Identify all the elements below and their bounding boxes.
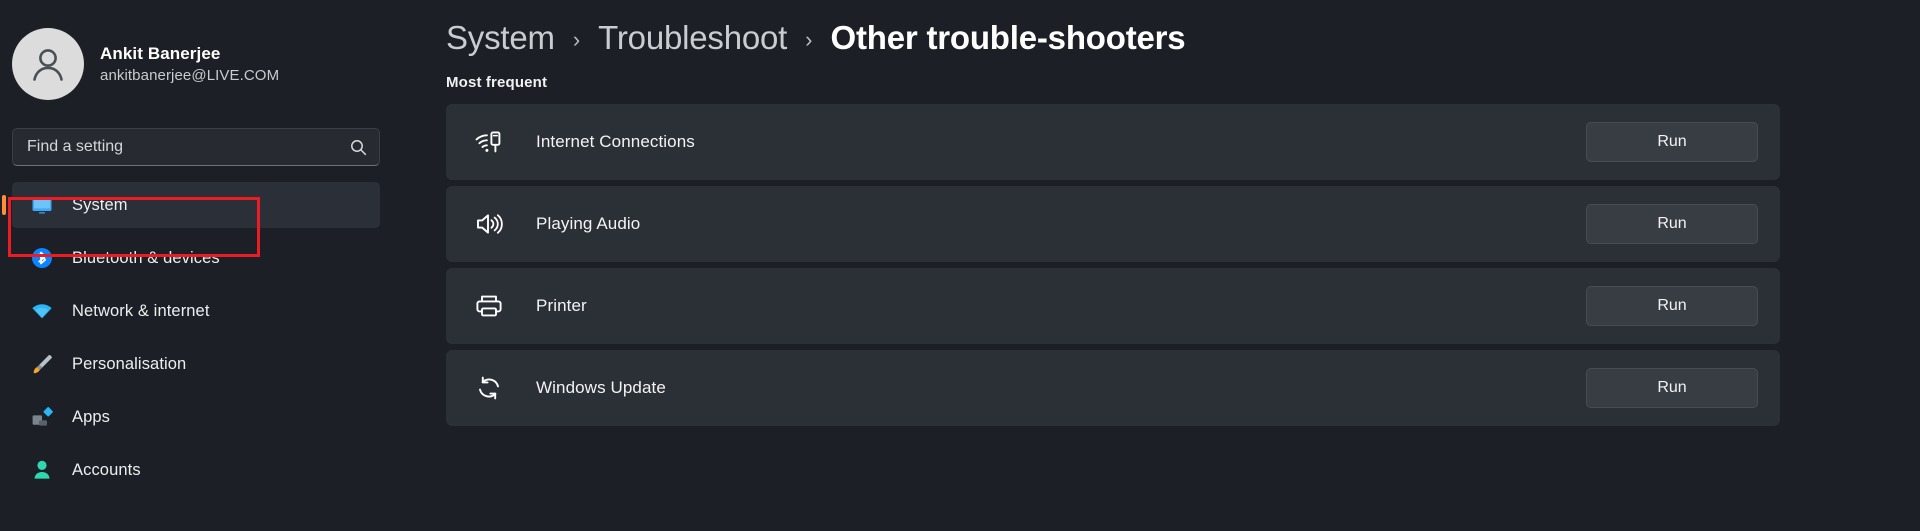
search-icon	[350, 139, 367, 156]
speaker-icon	[474, 209, 504, 239]
sidebar-nav: System Bluetooth & devices Network & int…	[0, 182, 382, 493]
sidebar-item-label: Bluetooth & devices	[72, 248, 220, 267]
account-header[interactable]: Ankit Banerjee ankitbanerjee@LIVE.COM	[0, 18, 382, 104]
sidebar-item-network-internet[interactable]: Network & internet	[12, 288, 380, 334]
account-email: ankitbanerjee@LIVE.COM	[100, 67, 280, 84]
troubleshooter-label: Internet Connections	[536, 132, 695, 151]
troubleshooter-list: Internet Connections Run Playing Audio R…	[446, 104, 1780, 426]
breadcrumb: System › Troubleshoot › Other trouble-sh…	[382, 0, 1920, 58]
sidebar-item-accounts[interactable]: Accounts	[12, 447, 380, 493]
sidebar-item-label: Network & internet	[72, 301, 210, 320]
wifi-icon	[30, 299, 54, 323]
apps-icon	[30, 405, 54, 429]
sidebar-item-label: Apps	[72, 407, 111, 426]
sidebar-item-label: System	[72, 195, 128, 214]
refresh-icon	[474, 373, 504, 403]
run-button-printer[interactable]: Run	[1586, 286, 1758, 326]
internet-connections-icon	[474, 127, 504, 157]
troubleshooter-row-playing-audio[interactable]: Playing Audio Run	[446, 186, 1780, 262]
page-title: Other trouble-shooters	[830, 19, 1186, 56]
troubleshooter-row-internet-connections[interactable]: Internet Connections Run	[446, 104, 1780, 180]
sidebar-item-label: Accounts	[72, 460, 141, 479]
sidebar-item-apps[interactable]: Apps	[12, 394, 380, 440]
breadcrumb-item-system[interactable]: System	[446, 19, 555, 57]
run-button-internet-connections[interactable]: Run	[1586, 122, 1758, 162]
search-input[interactable]	[27, 138, 350, 156]
troubleshooter-label: Printer	[536, 296, 587, 315]
sidebar-item-personalisation[interactable]: Personalisation	[12, 341, 380, 387]
bluetooth-icon	[30, 246, 54, 270]
sidebar: Ankit Banerjee ankitbanerjee@LIVE.COM Fi…	[0, 0, 382, 531]
main-content: System › Troubleshoot › Other trouble-sh…	[382, 0, 1920, 531]
printer-icon	[474, 291, 504, 321]
breadcrumb-item-troubleshoot[interactable]: Troubleshoot	[598, 19, 787, 57]
run-button-playing-audio[interactable]: Run	[1586, 204, 1758, 244]
troubleshooter-row-printer[interactable]: Printer Run	[446, 268, 1780, 344]
paintbrush-icon	[30, 352, 54, 376]
sidebar-item-system[interactable]: System	[12, 182, 380, 228]
section-title: Most frequent	[446, 74, 548, 91]
sidebar-item-label: Personalisation	[72, 354, 187, 373]
chevron-right-icon: ›	[805, 27, 813, 52]
account-name: Ankit Banerjee	[100, 44, 221, 63]
person-icon	[30, 458, 54, 482]
avatar	[12, 28, 84, 100]
chevron-right-icon: ›	[572, 27, 581, 52]
troubleshooter-label: Windows Update	[536, 378, 666, 397]
settings-window: Ankit Banerjee ankitbanerjee@LIVE.COM Fi…	[0, 0, 1920, 531]
monitor-icon	[30, 193, 54, 217]
sidebar-item-bluetooth-devices[interactable]: Bluetooth & devices	[12, 235, 380, 281]
search-box[interactable]	[12, 128, 380, 166]
troubleshooter-row-windows-update[interactable]: Windows Update Run	[446, 350, 1780, 426]
run-button-windows-update[interactable]: Run	[1586, 368, 1758, 408]
troubleshooter-label: Playing Audio	[536, 214, 641, 233]
